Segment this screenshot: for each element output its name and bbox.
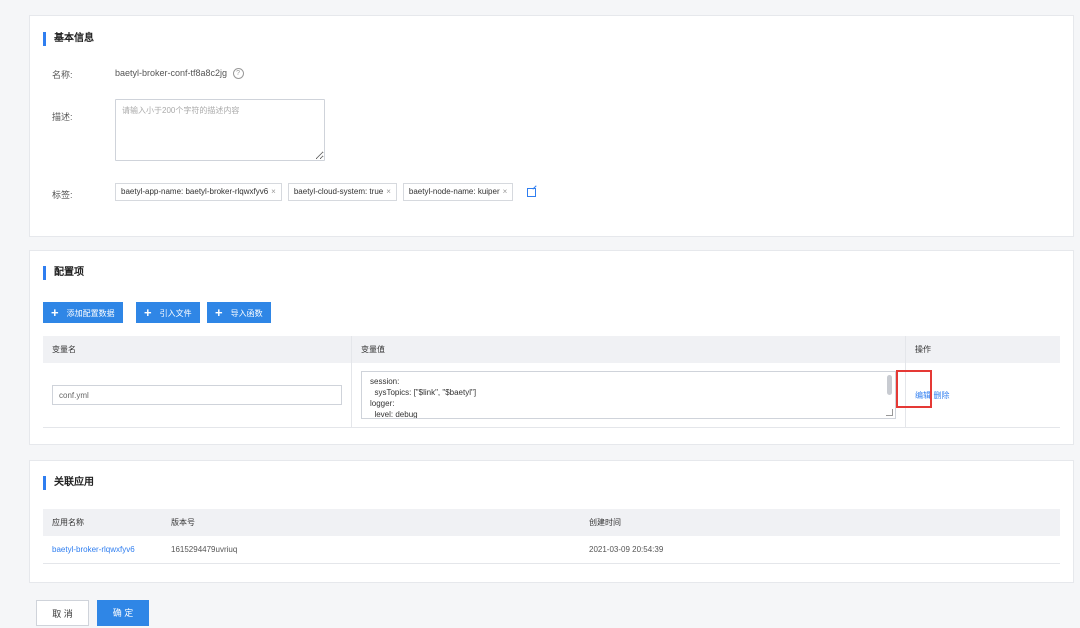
import-file-button[interactable]: + 引入文件 [136,302,200,323]
tag-remove-icon[interactable]: × [503,187,508,196]
tag-text: baetyl-cloud-system: true [293,187,384,196]
delete-link[interactable]: 删除 [934,391,950,400]
config-table: 变量名 变量值 操作 session: sysTopics: ["$link",… [43,336,1060,428]
variable-value-text: session: sysTopics: ["$link", "$baetyl"]… [370,377,477,419]
help-icon[interactable]: ? [232,68,244,80]
app-name-cell: baetyl-broker-rlqwxfyv6 [43,536,162,564]
column-header: 变量值 [351,336,906,363]
variable-value-cell: session: sysTopics: ["$link", "$baetyl"]… [351,363,906,428]
cancel-button[interactable]: 取 消 [36,600,89,626]
column-header: 变量名 [43,336,352,363]
apps-table: 应用名称 版本号 创建时间 baetyl-broker-rlqwxfyv6 16… [43,509,1060,564]
button-label: 导入函数 [230,309,263,318]
resize-handle[interactable] [886,409,893,416]
table-row: session: sysTopics: ["$link", "$baetyl"]… [43,363,1060,428]
config-title: 配置项 [43,266,84,280]
actions-cell: 编辑 删除 [896,363,1060,428]
variable-name-input[interactable] [52,385,342,405]
plus-icon: + [215,305,223,320]
name-value: baetyl-broker-conf-tf8a8c2jg [115,68,228,78]
desc-label: 描述: [52,112,73,122]
column-header: 应用名称 [43,509,162,536]
related-apps-title: 关联应用 [43,476,94,490]
variable-value-editor[interactable]: session: sysTopics: ["$link", "$baetyl"]… [361,371,896,419]
variable-name-cell [43,363,352,428]
basic-info-title: 基本信息 [43,32,94,46]
plus-icon: + [144,305,152,320]
table-header-row: 变量名 变量值 操作 [43,336,1060,363]
tag-text: baetyl-app-name: baetyl-broker-rlqwxfyv6 [121,187,269,196]
basic-info-card: 基本信息 名称: baetyl-broker-conf-tf8a8c2jg ? … [29,15,1074,237]
name-label: 名称: [52,70,73,80]
add-config-data-button[interactable]: + 添加配置数据 [43,302,123,323]
tag-text: baetyl-node-name: kuiper [408,187,500,196]
plus-icon: + [51,305,59,320]
description-input[interactable] [115,99,325,161]
column-header: 版本号 [162,509,580,536]
tag-remove-icon[interactable]: × [386,187,391,196]
table-row: baetyl-broker-rlqwxfyv6 1615294479uvriuq… [43,536,1060,564]
column-header: 创建时间 [580,509,1060,536]
import-function-button[interactable]: + 导入函数 [207,302,271,323]
tags-label: 标签: [52,190,73,200]
related-apps-card: 关联应用 应用名称 版本号 创建时间 baetyl-broker-rlqwxfy… [29,460,1074,583]
name-value-wrap: baetyl-broker-conf-tf8a8c2jg ? [115,68,244,80]
table-header-row: 应用名称 版本号 创建时间 [43,509,1060,536]
tag-item: baetyl-node-name: kuiper × [402,183,514,201]
button-label: 引入文件 [159,309,192,318]
column-header: 操作 [905,336,1060,363]
tag-item: baetyl-cloud-system: true × [287,183,397,201]
confirm-button[interactable]: 确 定 [97,600,149,626]
tags-list: baetyl-app-name: baetyl-broker-rlqwxfyv6… [115,183,537,201]
config-card: 配置项 + 添加配置数据 + 引入文件 + 导入函数 变量名 变量值 操作 sessi… [29,250,1074,445]
scrollbar[interactable] [887,375,892,395]
created-time-cell: 2021-03-09 20:54:39 [580,536,1060,564]
button-label: 添加配置数据 [66,309,115,318]
edit-tags-icon[interactable] [527,187,537,197]
app-name-link[interactable]: baetyl-broker-rlqwxfyv6 [52,545,135,554]
highlight-box [896,370,932,408]
tag-remove-icon[interactable]: × [271,187,276,196]
tag-item: baetyl-app-name: baetyl-broker-rlqwxfyv6… [115,183,282,201]
version-cell: 1615294479uvriuq [162,536,580,564]
